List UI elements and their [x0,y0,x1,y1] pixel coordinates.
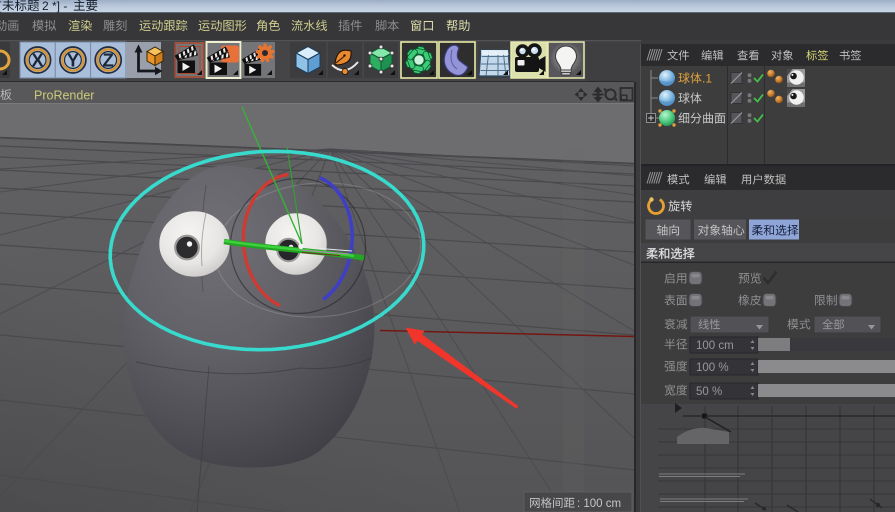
svg-text:X: X [31,49,44,70]
svg-text:2 *] -: 2 *] - [42,0,67,13]
svg-text:ProRender: ProRender [34,89,94,103]
svg-text:.1: .1 [702,72,712,86]
svg-text:100 %: 100 % [696,362,729,374]
svg-text:: 100 cm: : 100 cm [577,498,621,510]
svg-text:Z: Z [103,49,114,70]
svg-text:50 %: 50 % [696,386,722,398]
svg-text:Y: Y [67,49,80,70]
svg-text:100 cm: 100 cm [696,340,734,352]
